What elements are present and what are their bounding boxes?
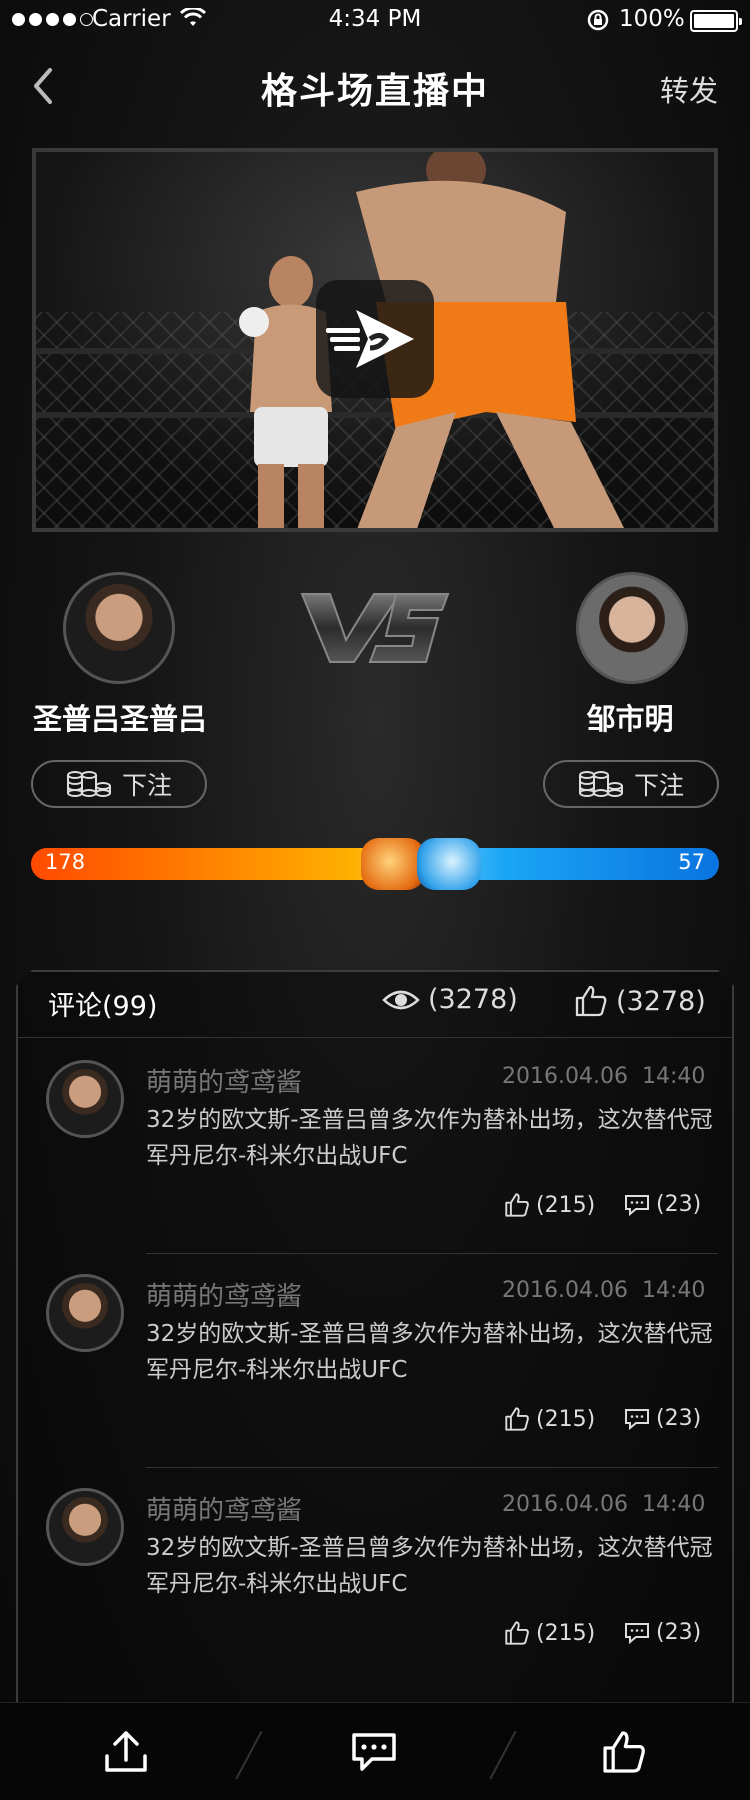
like-count[interactable]: (3278) (574, 984, 706, 1018)
comment-like-button[interactable]: (215) (504, 1192, 595, 1218)
play-icon (326, 310, 414, 368)
reply-icon (625, 1622, 649, 1644)
comment-icon (352, 1733, 396, 1771)
comment-reply-button[interactable]: (23) (624, 1192, 701, 1217)
fighter-left-name: 圣普吕圣普吕 (32, 702, 207, 736)
thumbs-up-icon (505, 1193, 529, 1217)
comment-like-button[interactable]: (215) (504, 1406, 595, 1432)
coins-icon (578, 771, 623, 797)
reply-icon (625, 1194, 649, 1216)
comment-count: 评论(99) (48, 991, 158, 1022)
thumbs-up-icon (505, 1407, 529, 1431)
rotation-lock-icon (586, 8, 610, 38)
status-bar: Carrier 4:34 PM 100% (0, 0, 750, 40)
comment-like-count: (215) (536, 1620, 596, 1646)
view-count: (3278) (382, 984, 518, 1015)
comment-avatar[interactable] (46, 1060, 124, 1138)
fighter-right-name: 邹市明 (586, 702, 674, 736)
thumbs-up-icon (505, 1621, 529, 1645)
play-button[interactable] (316, 280, 434, 398)
vs-icon (296, 588, 452, 672)
bet-left-label: 下注 (121, 771, 172, 800)
battery-percent: 100% (619, 6, 685, 32)
comment-reply-count: (23) (656, 1192, 702, 1217)
comment-username[interactable]: 萌萌的鸢鸢酱 (146, 1276, 302, 1313)
bet-left-button[interactable]: 下注 (31, 760, 207, 808)
support-bar-left (31, 848, 409, 880)
comment-date: 2016.04.06 (502, 1064, 628, 1089)
comment-avatar[interactable] (46, 1488, 124, 1566)
fighter-left-avatar[interactable] (63, 572, 175, 684)
page-title: 格斗场直播中 (260, 71, 489, 112)
support-left-count: 178 (45, 850, 86, 874)
comment-button[interactable] (344, 1722, 404, 1782)
comment-reply-count: (23) (656, 1406, 702, 1431)
bet-right-button[interactable]: 下注 (543, 760, 719, 808)
blue-fist-icon (417, 838, 481, 890)
comment-time: 14:40 (642, 1492, 706, 1517)
comment-like-button[interactable]: (215) (504, 1620, 595, 1646)
comment-time: 14:40 (642, 1278, 706, 1303)
comment-time: 14:40 (642, 1064, 706, 1089)
comment-reply-count: (23) (656, 1620, 702, 1645)
comment-text: 32岁的欧文斯-圣普吕曾多次作为替补出场，这次替代冠军丹尼尔-科米尔出战UFC (146, 1535, 713, 1597)
comment-like-count: (215) (536, 1406, 596, 1432)
comment-item: 萌萌的鸢鸢酱 2016.04.06 14:40 32岁的欧文斯-圣普吕曾多次作为… (18, 1468, 732, 1682)
comment-avatar[interactable] (46, 1274, 124, 1352)
eye-icon (382, 990, 420, 1009)
comment-date: 2016.04.06 (502, 1492, 628, 1517)
comment-date: 2016.04.06 (502, 1278, 628, 1303)
comment-text: 32岁的欧文斯-圣普吕曾多次作为替补出场，这次替代冠军丹尼尔-科米尔出战UFC (146, 1321, 713, 1383)
like-count-value: (3278) (616, 985, 706, 1017)
orange-fist-icon (361, 838, 425, 890)
coins-icon (66, 771, 111, 797)
fighter-right-avatar[interactable] (576, 572, 688, 684)
share-upload-button[interactable] (96, 1722, 156, 1782)
comment-reply-button[interactable]: (23) (624, 1620, 701, 1645)
comment-text: 32岁的欧文斯-圣普吕曾多次作为替补出场，这次替代冠军丹尼尔-科米尔出战UFC (146, 1107, 713, 1169)
comment-username[interactable]: 萌萌的鸢鸢酱 (146, 1490, 302, 1527)
comment-item: 萌萌的鸢鸢酱 2016.04.06 14:40 32岁的欧文斯-圣普吕曾多次作为… (18, 1254, 732, 1468)
like-button[interactable] (594, 1722, 654, 1782)
support-right-count: 57 (678, 850, 705, 874)
upload-icon (105, 1731, 147, 1772)
reply-icon (625, 1408, 649, 1430)
bet-right-label: 下注 (633, 771, 684, 800)
comment-like-count: (215) (536, 1192, 596, 1218)
thumbs-up-icon (603, 1731, 645, 1773)
comment-username[interactable]: 萌萌的鸢鸢酱 (146, 1062, 302, 1099)
comment-item: 萌萌的鸢鸢酱 2016.04.06 14:40 32岁的欧文斯-圣普吕曾多次作为… (18, 1040, 732, 1254)
share-button[interactable]: 转发 (660, 68, 718, 110)
thumbs-up-icon (575, 985, 607, 1017)
battery-icon (690, 10, 742, 32)
support-power-bar: 178 57 (31, 838, 719, 890)
comment-reply-button[interactable]: (23) (624, 1406, 701, 1431)
view-count-value: (3278) (428, 984, 518, 1015)
